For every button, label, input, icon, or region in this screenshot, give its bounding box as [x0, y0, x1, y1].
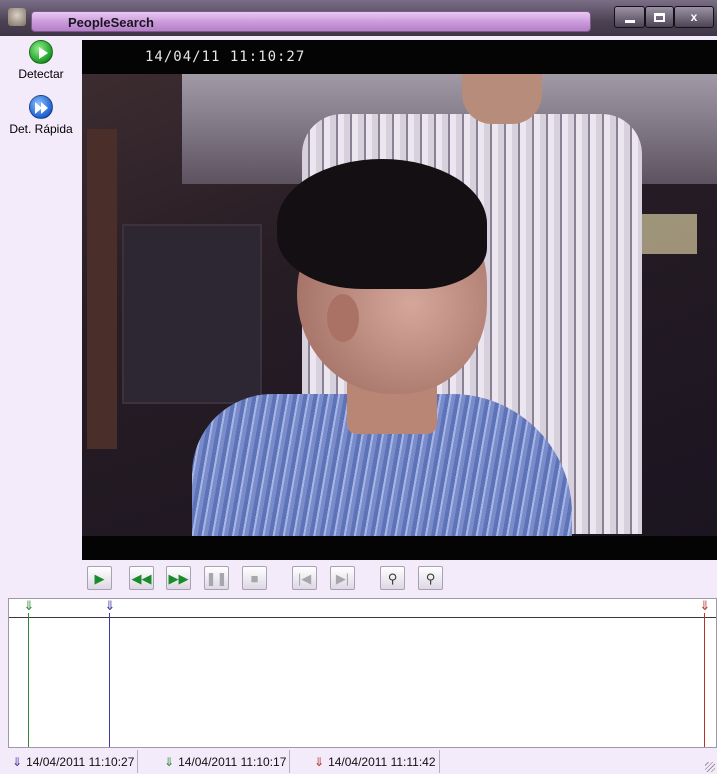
pause-button[interactable]: ❚❚	[204, 566, 229, 590]
zoom-button[interactable]: ⚲	[380, 566, 405, 590]
stop-button[interactable]: ■	[242, 566, 267, 590]
video-bottom-bar	[82, 536, 717, 560]
play-circle-icon	[29, 40, 53, 64]
video-timestamp: 14/04/11 11:10:27	[145, 49, 306, 65]
resize-grip[interactable]	[705, 762, 715, 772]
minimize-button[interactable]	[614, 6, 645, 28]
double-arrow-down-icon: ⇓	[12, 754, 23, 769]
double-arrow-down-icon: ⇓	[699, 598, 711, 613]
end-marker[interactable]: ⇓	[698, 598, 712, 747]
fast-detect-button[interactable]: Det. Rápida	[0, 95, 82, 136]
current-time-status: ⇓ 14/04/2011 11:10:27	[12, 750, 139, 773]
video-frame	[82, 74, 717, 536]
start-marker[interactable]: ⇓	[22, 598, 36, 747]
current-marker[interactable]: ⇓	[103, 598, 117, 747]
current-time-text: 14/04/2011 11:10:27	[26, 754, 135, 769]
timeline-axis	[9, 617, 716, 618]
video-player[interactable]: 14/04/11 11:10:27	[82, 40, 717, 560]
skip-back-icon: |◀	[297, 570, 312, 586]
video-door	[87, 129, 117, 449]
zoom-fit-button[interactable]: ⚲	[418, 566, 443, 590]
pause-icon: ❚❚	[205, 570, 228, 586]
maximize-icon	[654, 12, 665, 22]
stop-icon: ■	[250, 570, 259, 586]
title-bar[interactable]: PeopleSearch x	[0, 0, 717, 36]
play-icon: ▶	[94, 570, 105, 586]
end-time-status: ⇓ 14/04/2011 11:11:42	[314, 750, 440, 773]
video-osd-bar: 14/04/11 11:10:27	[82, 40, 717, 74]
video-board	[122, 224, 262, 404]
rewind-button[interactable]: ◀◀	[129, 566, 154, 590]
play-button[interactable]: ▶	[87, 566, 112, 590]
fast-forward-button[interactable]: ▶▶	[166, 566, 191, 590]
seated-person-ear	[327, 294, 359, 342]
window-title: PeopleSearch	[68, 15, 154, 30]
next-button[interactable]: ▶|	[330, 566, 355, 590]
app-icon[interactable]	[8, 8, 26, 26]
detect-button[interactable]: Detectar	[0, 40, 82, 81]
fast-forward-circle-icon	[29, 95, 53, 119]
end-time-text: 14/04/2011 11:11:42	[328, 754, 436, 769]
previous-button[interactable]: |◀	[292, 566, 317, 590]
seated-person-hair	[277, 159, 487, 289]
fast-forward-icon: ▶▶	[168, 570, 189, 586]
skip-forward-icon: ▶|	[335, 570, 350, 586]
maximize-button[interactable]	[645, 6, 674, 28]
double-arrow-down-icon: ⇓	[164, 754, 175, 769]
minimize-icon	[624, 19, 635, 23]
status-bar: ⇓ 14/04/2011 11:10:27 ⇓ 14/04/2011 11:10…	[8, 749, 717, 774]
start-time-status: ⇓ 14/04/2011 11:10:17	[164, 750, 291, 773]
fast-detect-label: Det. Rápida	[9, 122, 73, 136]
close-button[interactable]: x	[674, 6, 714, 28]
timeline[interactable]: ⇓ ⇓ ⇓	[8, 598, 717, 748]
playback-controls: ▶ ◀◀ ▶▶ ❚❚ ■ |◀ ▶| ⚲ ⚲	[82, 566, 482, 592]
magnifier-icon: ⚲	[387, 570, 398, 586]
detect-label: Detectar	[18, 67, 64, 81]
double-arrow-down-icon: ⇓	[104, 598, 116, 613]
standing-person-neck	[462, 74, 542, 124]
start-time-text: 14/04/2011 11:10:17	[178, 754, 287, 769]
double-arrow-down-icon: ⇓	[23, 598, 35, 613]
close-icon: x	[690, 10, 698, 24]
double-arrow-down-icon: ⇓	[314, 754, 325, 769]
zoom-fit-icon: ⚲	[425, 570, 436, 586]
title-highlight: PeopleSearch	[31, 11, 591, 32]
rewind-icon: ◀◀	[131, 570, 152, 586]
